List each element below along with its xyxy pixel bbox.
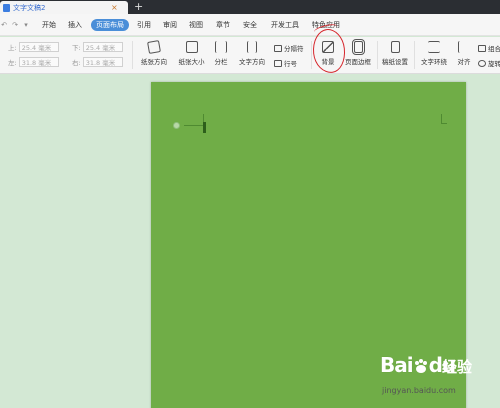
text-direction-icon bbox=[247, 41, 257, 53]
text-cursor bbox=[203, 122, 206, 133]
ribbon-separator bbox=[414, 41, 415, 69]
margin-bottom-field[interactable]: 下: 25.4 毫米 bbox=[72, 42, 123, 52]
rotate-icon bbox=[478, 59, 486, 67]
line-number-icon bbox=[274, 59, 282, 67]
margin-right-label: 右: bbox=[72, 59, 81, 67]
separator-label: 分隔符 bbox=[284, 45, 304, 53]
page-orientation-icon bbox=[147, 40, 161, 54]
paper-setup-label: 稿纸设置 bbox=[382, 58, 408, 66]
ribbon-page-layout: 上: 25.4 毫米 左: 31.8 毫米 下: 25.4 毫米 右: 31.8… bbox=[0, 37, 500, 74]
menu-home[interactable]: 开始 bbox=[42, 20, 56, 30]
group-label: 组合 bbox=[488, 45, 500, 53]
margin-right-field[interactable]: 右: 31.8 毫米 bbox=[72, 57, 123, 67]
menu-section[interactable]: 章节 bbox=[216, 20, 230, 30]
rotate-button[interactable]: 旋转 bbox=[478, 58, 500, 68]
page-border-button[interactable]: 页面边框 bbox=[342, 39, 374, 66]
text-direction-label: 文字方向 bbox=[239, 58, 265, 66]
line-number-button[interactable]: 行号 bbox=[274, 58, 297, 68]
page-border-label: 页面边框 bbox=[345, 58, 371, 66]
undo-icon[interactable]: ↶ bbox=[0, 21, 8, 29]
document-icon bbox=[3, 3, 10, 12]
page-size-icon bbox=[185, 41, 198, 53]
align-icon bbox=[458, 41, 470, 53]
redo-icon[interactable]: ↷ bbox=[11, 21, 19, 29]
page-break-icon bbox=[274, 44, 282, 52]
text-wrap-label: 文字环绕 bbox=[421, 58, 447, 66]
menu-view[interactable]: 视图 bbox=[189, 20, 203, 30]
columns-button[interactable]: 分栏 bbox=[210, 41, 232, 66]
text-direction-button[interactable]: 文字方向 bbox=[235, 41, 269, 66]
customize-dropdown-icon[interactable]: ▾ bbox=[22, 21, 30, 29]
separator-button[interactable]: 分隔符 bbox=[274, 43, 304, 53]
align-button[interactable]: 对齐 bbox=[453, 41, 475, 66]
document-tab[interactable]: 文字文稿2 × bbox=[0, 1, 128, 14]
ribbon-separator bbox=[377, 41, 378, 69]
paragraph-mark-icon bbox=[173, 122, 180, 129]
margin-bottom-value[interactable]: 25.4 毫米 bbox=[82, 42, 123, 52]
margin-left-label: 左: bbox=[8, 59, 17, 67]
ribbon-separator bbox=[311, 41, 312, 69]
quick-access-toolbar: ↶ ↷ ▾ bbox=[0, 21, 30, 29]
margin-left-value[interactable]: 31.8 毫米 bbox=[18, 57, 59, 67]
baidu-watermark: Bai du 经验 jingyan.baidu.com bbox=[380, 353, 498, 405]
title-bar: 文字文稿2 × + bbox=[0, 0, 500, 14]
paper-setup-icon bbox=[390, 41, 400, 53]
menu-references[interactable]: 引用 bbox=[137, 20, 151, 30]
document-tab-title: 文字文稿2 bbox=[13, 3, 46, 12]
margin-bottom-label: 下: bbox=[72, 44, 81, 52]
menu-developer[interactable]: 开发工具 bbox=[271, 20, 299, 30]
line-number-label: 行号 bbox=[284, 60, 297, 68]
margin-top-label: 上: bbox=[8, 44, 17, 52]
margin-right-value[interactable]: 31.8 毫米 bbox=[82, 57, 123, 67]
margin-top-value[interactable]: 25.4 毫米 bbox=[18, 42, 59, 52]
menu-bar: ↶ ↷ ▾ 开始 插入 页面布局 引用 审阅 视图 章节 安全 开发工具 特色应… bbox=[0, 14, 500, 36]
page-border-icon bbox=[351, 39, 365, 55]
orientation-label: 纸张方向 bbox=[141, 58, 167, 66]
menu-insert[interactable]: 插入 bbox=[68, 20, 82, 30]
page-size-label: 纸张大小 bbox=[178, 58, 205, 66]
columns-icon bbox=[215, 41, 227, 53]
margin-left-field[interactable]: 左: 31.8 毫米 bbox=[8, 57, 59, 67]
text-wrap-icon bbox=[428, 41, 440, 53]
orientation-button[interactable]: 纸张方向 bbox=[137, 40, 171, 66]
menu-page-layout[interactable]: 页面布局 bbox=[91, 19, 129, 31]
paper-setup-button[interactable]: 稿纸设置 bbox=[380, 41, 410, 66]
text-wrap-button[interactable]: 文字环绕 bbox=[417, 41, 451, 66]
margin-top-field[interactable]: 上: 25.4 毫米 bbox=[8, 42, 59, 52]
group-icon bbox=[478, 44, 486, 52]
new-tab-icon[interactable]: + bbox=[134, 0, 143, 13]
watermark-url: jingyan.baidu.com bbox=[382, 386, 456, 395]
menu-security[interactable]: 安全 bbox=[243, 20, 257, 30]
baidu-logo-text: Bai bbox=[380, 353, 414, 377]
margin-corner-top-right bbox=[441, 114, 447, 124]
ribbon-separator bbox=[132, 41, 133, 69]
columns-label: 分栏 bbox=[214, 58, 228, 66]
group-button[interactable]: 组合 bbox=[478, 43, 500, 53]
menu-review[interactable]: 审阅 bbox=[163, 20, 177, 30]
align-label: 对齐 bbox=[457, 58, 471, 66]
paw-icon bbox=[414, 359, 427, 373]
close-tab-icon[interactable]: × bbox=[111, 3, 118, 12]
rotate-label: 旋转 bbox=[488, 60, 500, 68]
page-size-button[interactable]: 纸张大小 bbox=[175, 41, 208, 66]
jingyan-text: 经验 bbox=[442, 358, 473, 376]
